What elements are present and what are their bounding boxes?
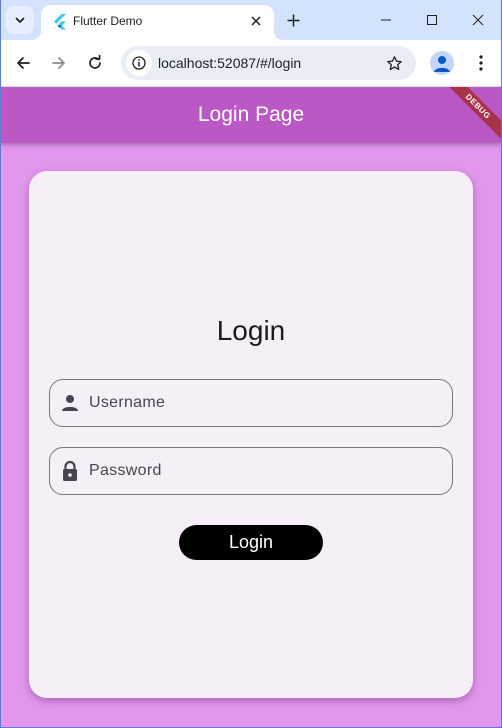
browser-toolbar: localhost:52087/#/login (0, 40, 502, 87)
plus-icon (287, 14, 299, 26)
login-heading: Login (216, 315, 286, 346)
chevron-down-icon (15, 17, 25, 23)
browser-menu-button[interactable] (469, 51, 493, 75)
username-input[interactable] (89, 380, 444, 426)
star-icon (386, 55, 402, 70)
password-input[interactable] (89, 448, 444, 494)
site-info-button[interactable] (126, 50, 152, 76)
back-button[interactable] (10, 50, 36, 76)
tab-strip: Flutter Demo (0, 0, 502, 40)
tab-search-button[interactable] (6, 6, 34, 34)
reload-button[interactable] (82, 50, 108, 76)
maximize-button[interactable] (412, 5, 452, 35)
password-field[interactable] (49, 447, 453, 495)
address-bar[interactable]: localhost:52087/#/login (121, 46, 416, 80)
reload-icon (89, 55, 101, 69)
login-card: Login Login (29, 171, 473, 698)
profile-avatar[interactable] (430, 51, 454, 75)
close-icon (251, 16, 261, 26)
login-button[interactable]: Login (179, 525, 323, 560)
minimize-button[interactable] (366, 5, 406, 35)
arrow-left-icon (17, 57, 30, 69)
flutter-logo-icon (54, 14, 66, 30)
tab-title: Flutter Demo (73, 14, 143, 28)
person-icon (434, 56, 450, 72)
app-bar-title: Login Page (197, 103, 305, 126)
info-icon (132, 56, 146, 70)
lock-icon (59, 460, 81, 482)
person-icon (59, 392, 81, 414)
window-close-button[interactable] (458, 5, 498, 35)
more-vert-icon (479, 55, 483, 71)
minimize-icon (381, 19, 391, 21)
browser-tab[interactable]: Flutter Demo (31, 5, 284, 40)
tab-close-button[interactable] (246, 11, 266, 31)
forward-button[interactable] (46, 50, 72, 76)
url-text[interactable]: localhost:52087/#/login (158, 55, 301, 71)
app-bar: Login Page (0, 87, 502, 143)
bookmark-button[interactable] (384, 53, 404, 73)
new-tab-button[interactable] (282, 9, 304, 31)
maximize-icon (427, 15, 437, 25)
arrow-right-icon (52, 57, 65, 69)
username-field[interactable] (49, 379, 453, 427)
app-viewport: Login Page DEBUG Login Login (0, 87, 502, 728)
close-icon (472, 14, 484, 26)
